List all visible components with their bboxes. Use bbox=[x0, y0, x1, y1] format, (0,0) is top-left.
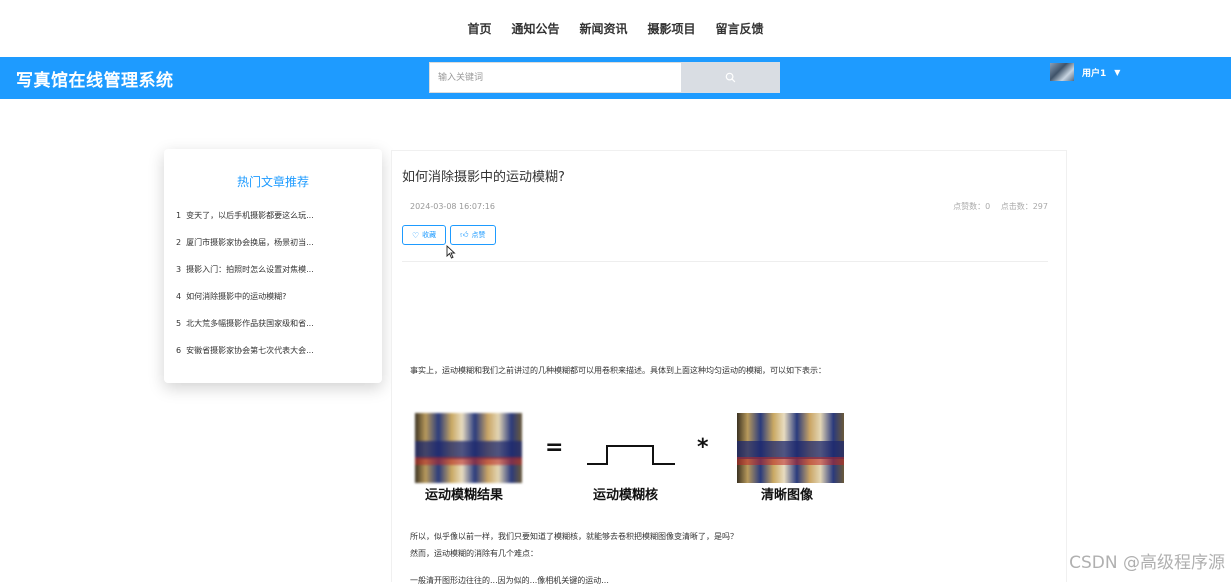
top-nav: 首页 通知公告 新闻资讯 摄影项目 留言反馈 bbox=[0, 0, 1231, 57]
convolution-figure: = * 运动模糊结果 运动模糊核 清晰图像 bbox=[415, 413, 845, 506]
list-item[interactable]: 6 安徽省摄影家协会第七次代表大会... bbox=[176, 345, 370, 372]
list-item-label: 如何消除摄影中的运动模糊? bbox=[186, 292, 287, 301]
list-item[interactable]: 3 摄影入门：拍照时怎么设置对焦模... bbox=[176, 264, 370, 291]
collect-button[interactable]: ♡ 收藏 bbox=[402, 225, 447, 245]
list-item[interactable]: 4 如何消除摄影中的运动模糊? bbox=[176, 291, 370, 318]
nav-item-home[interactable]: 首页 bbox=[467, 20, 491, 37]
list-item[interactable]: 2 厦门市摄影家协会换届，杨景初当... bbox=[176, 237, 370, 264]
search-button[interactable] bbox=[681, 62, 780, 93]
list-item-number: 6 bbox=[176, 346, 182, 355]
article-panel: 如何消除摄影中的运动模糊? 2024-03-08 16:07:16 点赞数：0 … bbox=[391, 150, 1067, 585]
heart-icon: ♡ bbox=[412, 230, 420, 240]
hot-articles-list: 1 变天了，以后手机摄影都要这么玩... 2 厦门市摄影家协会换届，杨景初当... … bbox=[164, 210, 382, 372]
article-actions: ♡ 收藏 👍︎ 点赞 bbox=[402, 225, 496, 245]
nav-item-photo-projects[interactable]: 摄影项目 bbox=[648, 20, 696, 37]
hot-articles-title: 热门文章推荐 bbox=[236, 175, 309, 189]
list-item[interactable]: 1 变天了，以后手机摄影都要这么玩... bbox=[176, 210, 370, 237]
csdn-watermark: CSDN @高级程序源 bbox=[1069, 553, 1225, 573]
nav-item-feedback[interactable]: 留言反馈 bbox=[716, 20, 764, 37]
header-bar: 写真馆在线管理系统 用户1 ▼ bbox=[0, 57, 1231, 99]
blurred-image bbox=[415, 413, 522, 483]
hot-articles-card: 热门文章推荐 1 变天了，以后手机摄影都要这么玩... 2 厦门市摄影家协会换届，杨… bbox=[164, 149, 382, 383]
site-brand[interactable]: 写真馆在线管理系统 bbox=[16, 66, 174, 91]
clicks-count: 点击数：297 bbox=[1000, 202, 1048, 211]
caption-blur-kernel: 运动模糊核 bbox=[593, 488, 659, 503]
like-label: 点赞 bbox=[471, 231, 486, 239]
collect-label: 收藏 bbox=[422, 231, 437, 239]
article-title: 如何消除摄影中的运动模糊? bbox=[402, 170, 565, 185]
caption-clear-image: 清晰图像 bbox=[761, 488, 814, 503]
caret-down-icon: ▼ bbox=[1114, 67, 1121, 77]
list-item-number: 3 bbox=[176, 265, 182, 274]
user-menu[interactable]: 用户1 ▼ bbox=[1050, 63, 1120, 81]
divider bbox=[402, 261, 1048, 262]
clear-image bbox=[737, 413, 844, 483]
list-item-number: 2 bbox=[176, 238, 182, 247]
likes-count: 点赞数：0 bbox=[953, 202, 991, 211]
caption-blur-result: 运动模糊结果 bbox=[425, 488, 504, 503]
list-item-label: 北大荒多幅摄影作品获国家级和省... bbox=[186, 319, 314, 328]
list-item-label: 安徽省摄影家协会第七次代表大会... bbox=[186, 346, 314, 355]
mouse-cursor-icon bbox=[446, 245, 456, 259]
list-item[interactable]: 5 北大荒多幅摄影作品获国家级和省... bbox=[176, 318, 370, 345]
article-paragraph: 所以，似乎像以前一样，我们只要知道了模糊核，就能够去卷积把模糊图像变清晰了，是吗… bbox=[410, 528, 850, 562]
convolution-sign: * bbox=[697, 435, 709, 460]
equals-sign: = bbox=[545, 435, 564, 460]
article-date: 2024-03-08 16:07:16 bbox=[410, 202, 495, 211]
search-box bbox=[429, 62, 780, 93]
paragraph-line: 所以，似乎像以前一样，我们只要知道了模糊核，就能够去卷积把模糊图像变清晰了，是吗… bbox=[410, 532, 738, 541]
list-item-number: 1 bbox=[176, 211, 182, 220]
search-icon bbox=[725, 72, 736, 83]
username: 用户1 bbox=[1082, 68, 1107, 79]
list-item-number: 4 bbox=[176, 292, 182, 301]
list-item-label: 厦门市摄影家协会换届，杨景初当... bbox=[186, 238, 314, 247]
nav-item-notices[interactable]: 通知公告 bbox=[511, 20, 559, 37]
search-input[interactable] bbox=[429, 62, 682, 93]
article-paragraph: 事实上，运动模糊和我们之前讲过的几种模糊都可以用卷积来描述。具体到上面这种均匀运… bbox=[410, 366, 826, 375]
avatar bbox=[1050, 63, 1074, 81]
like-button[interactable]: 👍︎ 点赞 bbox=[450, 225, 496, 245]
paragraph-line: 然而，运动模糊的消除有几个难点： bbox=[410, 549, 538, 558]
article-stats: 点赞数：0 点击数：297 bbox=[945, 201, 1048, 212]
nav-item-news[interactable]: 新闻资讯 bbox=[579, 20, 627, 37]
list-item-label: 摄影入门：拍照时怎么设置对焦模... bbox=[186, 265, 314, 274]
blur-kernel-icon bbox=[587, 445, 675, 465]
thumbs-up-icon: 👍︎ bbox=[460, 230, 469, 239]
list-item-label: 变天了，以后手机摄影都要这么玩... bbox=[186, 211, 314, 220]
list-item-number: 5 bbox=[176, 319, 182, 328]
